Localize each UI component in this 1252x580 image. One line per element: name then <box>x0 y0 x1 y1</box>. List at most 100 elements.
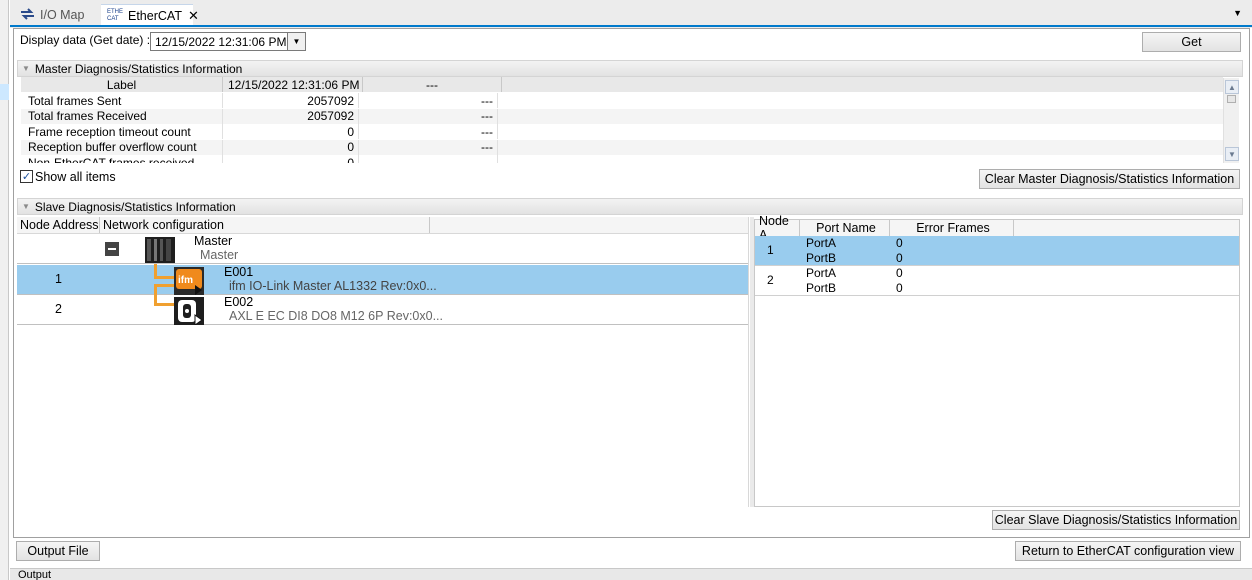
tab-list-dropdown-icon[interactable]: ▼ <box>1233 8 1242 18</box>
row-divider <box>17 263 748 264</box>
table-row[interactable]: Non-EtherCAT frames received 0 --- <box>21 155 1223 163</box>
tree-node-e002[interactable]: 2 E002 AXL E EC DI8 DO8 M12 6P Rev:0x0..… <box>17 295 748 325</box>
left-strip-selection <box>0 84 9 100</box>
return-to-configuration-button[interactable]: Return to EtherCAT configuration view <box>1015 541 1241 561</box>
column-header-label[interactable]: Label <box>21 77 223 92</box>
node-address: 2 <box>55 302 62 316</box>
tab-ethercat[interactable]: ETHERCAT EtherCAT ✕ <box>101 4 199 26</box>
collapse-triangle-icon[interactable]: ▼ <box>22 202 30 211</box>
column-header-network-configuration[interactable]: Network configuration <box>100 217 430 233</box>
row-divider <box>755 295 1239 296</box>
node-name: E001 <box>224 265 254 279</box>
row-value: 0 <box>223 155 359 163</box>
port-table-header: Node A Port Name Error Frames <box>755 214 1239 242</box>
svg-text:CAT: CAT <box>107 16 119 21</box>
scroll-thumb[interactable] <box>1227 95 1236 103</box>
get-button[interactable]: Get <box>1142 32 1241 52</box>
clear-slave-button[interactable]: Clear Slave Diagnosis/Statistics Informa… <box>992 510 1240 530</box>
port-a-errors: 0 <box>896 266 903 280</box>
row-value: 2057092 <box>223 108 359 124</box>
scroll-up-icon[interactable]: ▲ <box>1225 80 1239 94</box>
column-header-port-name[interactable]: Port Name <box>800 220 890 236</box>
row-previous: --- <box>363 108 498 124</box>
row-divider <box>17 324 748 325</box>
node-address: 1 <box>55 272 62 286</box>
close-icon[interactable]: ✕ <box>188 8 199 24</box>
port-b-name: PortB <box>806 251 837 265</box>
show-all-items-label: Show all items <box>35 170 116 184</box>
axl-device-icon <box>174 297 204 326</box>
row-label: Total frames Received <box>28 108 223 124</box>
master-stats-grid: Label 12/15/2022 12:31:06 PM --- Total f… <box>21 77 1223 163</box>
tree-connector <box>154 284 157 304</box>
master-section-header[interactable]: ▼ Master Diagnosis/Statistics Informatio… <box>17 60 1243 77</box>
master-node-name: Master <box>194 234 233 248</box>
tab-ethercat-label: EtherCAT <box>128 8 182 23</box>
port-b-errors: 0 <box>896 251 903 265</box>
port-a-errors: 0 <box>896 236 903 250</box>
row-value: 2057092 <box>223 93 359 108</box>
port-b-errors: 0 <box>896 281 903 295</box>
tree-connector <box>154 303 174 306</box>
row-value: 0 <box>223 139 359 155</box>
row-label: Reception buffer overflow count <box>28 139 223 155</box>
port-error-table: Node A Port Name Error Frames 1 PortA 0 … <box>754 214 1240 507</box>
tree-node-e001[interactable]: 1 E001 ifm IO-Link Master AL1332 Rev:0x0… <box>17 265 748 295</box>
row-label: Non-EtherCAT frames received <box>28 155 223 163</box>
port-a-name: PortA <box>806 236 837 250</box>
row-previous: --- <box>363 93 498 108</box>
table-row[interactable]: Frame reception timeout count 0 --- <box>21 124 1223 140</box>
table-row[interactable]: 1 PortA 0 PortB 0 <box>755 236 1239 266</box>
tree-node-master[interactable]: Master Master <box>17 234 748 264</box>
master-section-title: Master Diagnosis/Statistics Information <box>34 61 243 76</box>
tree-connector <box>154 276 174 279</box>
left-sidebar-strip <box>0 0 9 580</box>
node-name: E002 <box>224 295 254 309</box>
svg-text:ifm: ifm <box>178 275 193 286</box>
port-node: 1 <box>767 243 774 257</box>
output-file-button[interactable]: Output File <box>16 541 100 561</box>
port-b-name: PortB <box>806 281 837 295</box>
svg-text:ETHER: ETHER <box>107 9 123 15</box>
display-data-select[interactable]: 12/15/2022 12:31:06 PM ▼ <box>150 32 306 51</box>
clear-master-button[interactable]: Clear Master Diagnosis/Statistics Inform… <box>979 169 1240 189</box>
master-grid-scrollbar[interactable]: ▲ ▼ <box>1223 78 1239 163</box>
ethercat-icon: ETHERCAT <box>107 7 128 24</box>
slave-section-header[interactable]: ▼ Slave Diagnosis/Statistics Information <box>17 198 1243 215</box>
slave-section-title: Slave Diagnosis/Statistics Information <box>34 199 236 214</box>
row-label: Frame reception timeout count <box>28 124 223 139</box>
column-header-node[interactable]: Node A <box>755 214 800 242</box>
master-node-desc: Master <box>200 248 239 262</box>
table-row[interactable]: 2 PortA 0 PortB 0 <box>755 266 1239 296</box>
slave-tree-header: Node Address Network configuration <box>17 217 748 234</box>
collapse-minus-icon[interactable] <box>105 242 119 256</box>
row-previous: --- <box>363 155 498 163</box>
tab-io-map-label: I/O Map <box>40 8 85 22</box>
scroll-down-icon[interactable]: ▼ <box>1225 147 1239 161</box>
column-header-node-address[interactable]: Node Address <box>17 217 100 233</box>
display-data-value: 12/15/2022 12:31:06 PM <box>155 34 287 49</box>
collapse-triangle-icon[interactable]: ▼ <box>22 64 30 73</box>
show-all-items-checkbox[interactable]: ✓ <box>20 170 33 183</box>
node-desc: ifm IO-Link Master AL1332 Rev:0x0... <box>229 279 437 293</box>
output-pane-label: Output <box>18 569 52 580</box>
table-row[interactable]: Total frames Sent 2057092 --- <box>21 93 1223 109</box>
display-data-label: Display data (Get date) : <box>20 33 151 47</box>
row-value: 0 <box>223 124 359 139</box>
table-row[interactable]: Total frames Received 2057092 --- <box>21 108 1223 124</box>
port-a-name: PortA <box>806 266 837 280</box>
io-map-icon <box>20 7 35 23</box>
row-previous: --- <box>363 124 498 139</box>
tab-io-map[interactable]: I/O Map <box>14 4 100 26</box>
controller-icon <box>145 236 175 264</box>
node-desc: AXL E EC DI8 DO8 M12 6P Rev:0x0... <box>229 309 443 323</box>
table-row[interactable]: Reception buffer overflow count 0 --- <box>21 139 1223 155</box>
column-header-current[interactable]: 12/15/2022 12:31:06 PM <box>223 77 363 92</box>
tab-underline <box>10 25 1252 27</box>
output-pane-header[interactable]: Output <box>10 568 1252 580</box>
column-header-previous[interactable]: --- <box>363 77 502 92</box>
column-header-error-frames[interactable]: Error Frames <box>890 220 1014 236</box>
tree-connector <box>154 284 174 287</box>
chevron-down-icon[interactable]: ▼ <box>287 33 305 50</box>
row-label: Total frames Sent <box>28 93 223 108</box>
